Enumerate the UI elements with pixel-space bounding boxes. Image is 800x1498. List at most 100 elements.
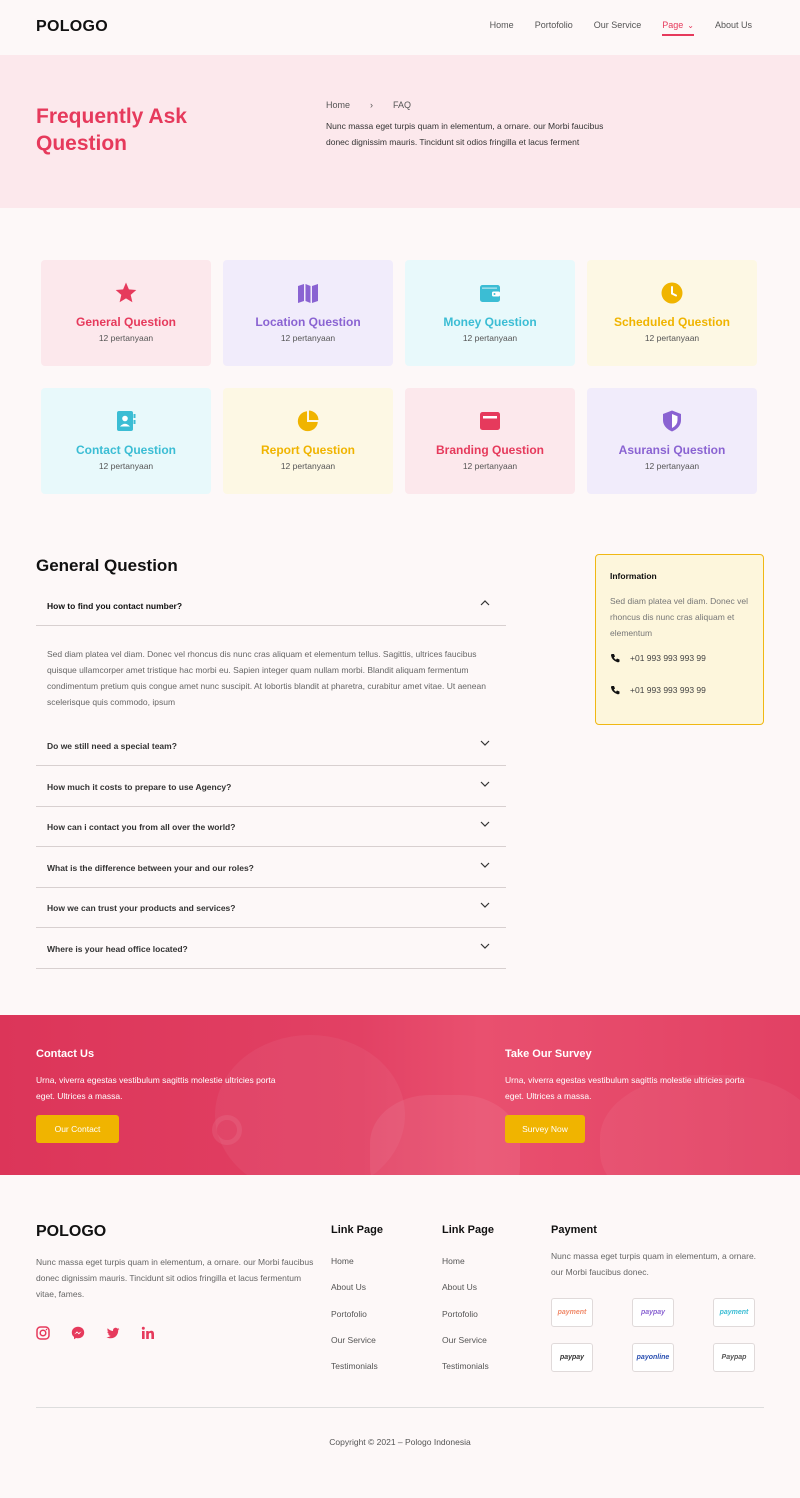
payment-logo: paypay — [551, 1343, 593, 1372]
faq-question: How to find you contact number? — [47, 601, 183, 611]
footer-link[interactable]: Portofolio — [442, 1309, 478, 1319]
breadcrumb-home[interactable]: Home — [326, 100, 350, 110]
background-image-shape — [370, 1095, 520, 1175]
nav-page[interactable]: Page ⌄ — [662, 20, 694, 36]
chevron-down-icon — [480, 740, 490, 746]
payment-description: Nunc massa eget turpis quam in elementum… — [551, 1251, 757, 1277]
contact-us-title: Contact Us — [36, 1048, 95, 1060]
category-card[interactable]: Money Question 12 pertanyaan — [405, 260, 575, 366]
linkedin-icon[interactable] — [141, 1326, 155, 1340]
cta-banner: Contact Us Urna, viverra egestas vestibu… — [0, 1015, 800, 1175]
nav-about-us[interactable]: About Us — [715, 20, 752, 30]
information-box: Information Sed diam platea vel diam. Do… — [595, 554, 764, 725]
category-title: General Question — [75, 315, 177, 329]
category-card[interactable]: Branding Question 12 pertanyaan — [405, 388, 575, 494]
chevron-down-icon: ⌄ — [687, 21, 694, 30]
footer-column-title: Link Page — [442, 1224, 494, 1236]
faq-question: Where is your head office located? — [47, 943, 188, 954]
category-title: Branding Question — [436, 443, 544, 457]
faq-item[interactable]: How much it costs to prepare to use Agen… — [36, 767, 506, 807]
background-image-shape — [212, 1115, 242, 1145]
phone-icon — [611, 654, 620, 663]
category-card[interactable]: Report Question 12 pertanyaan — [223, 388, 393, 494]
payment-logo: paypay — [632, 1298, 674, 1327]
survey-desc: Urna, viverra egestas vestibulum sagitti… — [505, 1075, 745, 1101]
phone-number: +01 993 993 993 99 — [630, 653, 706, 663]
contact-us-desc: Urna, viverra egestas vestibulum sagitti… — [36, 1075, 276, 1101]
footer-logo[interactable]: POLOGO — [36, 1223, 106, 1241]
faq-question: How can i contact you from all over the … — [47, 822, 236, 832]
instagram-icon[interactable] — [36, 1326, 50, 1340]
shield-icon — [660, 409, 684, 433]
faq-item[interactable]: How can i contact you from all over the … — [36, 807, 506, 847]
payment-logo: payment — [713, 1298, 755, 1327]
chevron-up-icon — [480, 600, 490, 606]
category-card[interactable]: Location Question 12 pertanyaan — [223, 260, 393, 366]
category-title: Location Question — [255, 315, 361, 329]
category-card[interactable]: General Question 12 pertanyaan — [41, 260, 211, 366]
pie-chart-icon — [296, 409, 320, 433]
faq-section-title: General Question — [36, 556, 178, 575]
footer-link[interactable]: Our Service — [331, 1335, 376, 1345]
map-icon — [296, 281, 320, 305]
category-count: 12 pertanyaan — [98, 333, 154, 343]
chevron-down-icon — [480, 821, 490, 827]
footer-link[interactable]: Testimonials — [331, 1361, 378, 1371]
category-card[interactable]: Asuransi Question 12 pertanyaan — [587, 388, 757, 494]
category-count: 12 pertanyaan — [644, 333, 700, 343]
breadcrumb-separator: › — [370, 100, 374, 110]
payment-logo: payment — [551, 1298, 593, 1327]
twitter-icon[interactable] — [106, 1326, 120, 1340]
messenger-icon[interactable] — [71, 1326, 85, 1340]
category-title: Scheduled Question — [613, 315, 730, 329]
footer-link[interactable]: About Us — [331, 1282, 366, 1292]
clock-icon — [660, 281, 684, 305]
category-title: Report Question — [260, 443, 355, 457]
footer-link[interactable]: Portofolio — [331, 1309, 367, 1319]
faq-item[interactable]: What is the difference between your and … — [36, 848, 506, 888]
category-count: 12 pertanyaan — [462, 461, 518, 471]
category-count: 12 pertanyaan — [98, 461, 154, 471]
footer-link[interactable]: Our Service — [442, 1335, 487, 1345]
contact-book-icon — [114, 409, 138, 433]
footer-link[interactable]: Home — [331, 1256, 354, 1266]
payment-logo: payonline — [632, 1343, 674, 1372]
hero-description: Nunc massa eget turpis quam in elementum… — [326, 121, 604, 147]
page-title: Frequently Ask Question — [36, 105, 187, 155]
survey-now-button[interactable]: Survey Now — [505, 1115, 585, 1143]
category-count: 12 pertanyaan — [462, 333, 518, 343]
footer-link[interactable]: Testimonials — [442, 1361, 489, 1371]
category-card[interactable]: Contact Question 12 pertanyaan — [41, 388, 211, 494]
faq-question: How much it costs to prepare to use Agen… — [47, 781, 232, 792]
chevron-down-icon — [480, 862, 490, 868]
wallet-icon — [478, 281, 502, 305]
faq-item[interactable]: Do we still need a special team? — [36, 726, 506, 766]
faq-question: How we can trust your products and servi… — [47, 903, 236, 913]
phone-item[interactable]: +01 993 993 993 99 — [610, 685, 706, 695]
footer-link[interactable]: Home — [442, 1256, 465, 1266]
nav-page-label: Page — [662, 20, 684, 30]
nav-home[interactable]: Home — [490, 20, 514, 30]
nav-our-service[interactable]: Our Service — [594, 20, 642, 30]
faq-item-open[interactable]: How to find you contact number? — [36, 586, 506, 626]
card-icon — [478, 409, 502, 433]
footer-divider — [36, 1407, 764, 1408]
faq-question: What is the difference between your and … — [47, 862, 254, 873]
payment-logo: Paypap — [713, 1343, 755, 1372]
logo[interactable]: POLOGO — [36, 18, 108, 36]
footer-description: Nunc massa eget turpis quam in elementum… — [36, 1257, 314, 1299]
star-icon — [114, 281, 138, 305]
phone-item[interactable]: +01 993 993 993 99 — [610, 653, 706, 663]
our-contact-button[interactable]: Our Contact — [36, 1115, 119, 1143]
nav-portofolio[interactable]: Portofolio — [535, 20, 573, 30]
category-title: Money Question — [443, 315, 537, 329]
faq-question: Do we still need a special team? — [47, 741, 177, 751]
payment-title: Payment — [551, 1224, 597, 1236]
footer-link[interactable]: About Us — [442, 1282, 477, 1292]
faq-item[interactable]: Where is your head office located? — [36, 929, 506, 969]
category-count: 12 pertanyaan — [280, 333, 336, 343]
faq-item[interactable]: How we can trust your products and servi… — [36, 888, 506, 928]
information-desc: Sed diam platea vel diam. Donec vel rhon… — [610, 596, 748, 638]
copyright: Copyright © 2021 – Pologo Indonesia — [329, 1437, 471, 1447]
category-card[interactable]: Scheduled Question 12 pertanyaan — [587, 260, 757, 366]
